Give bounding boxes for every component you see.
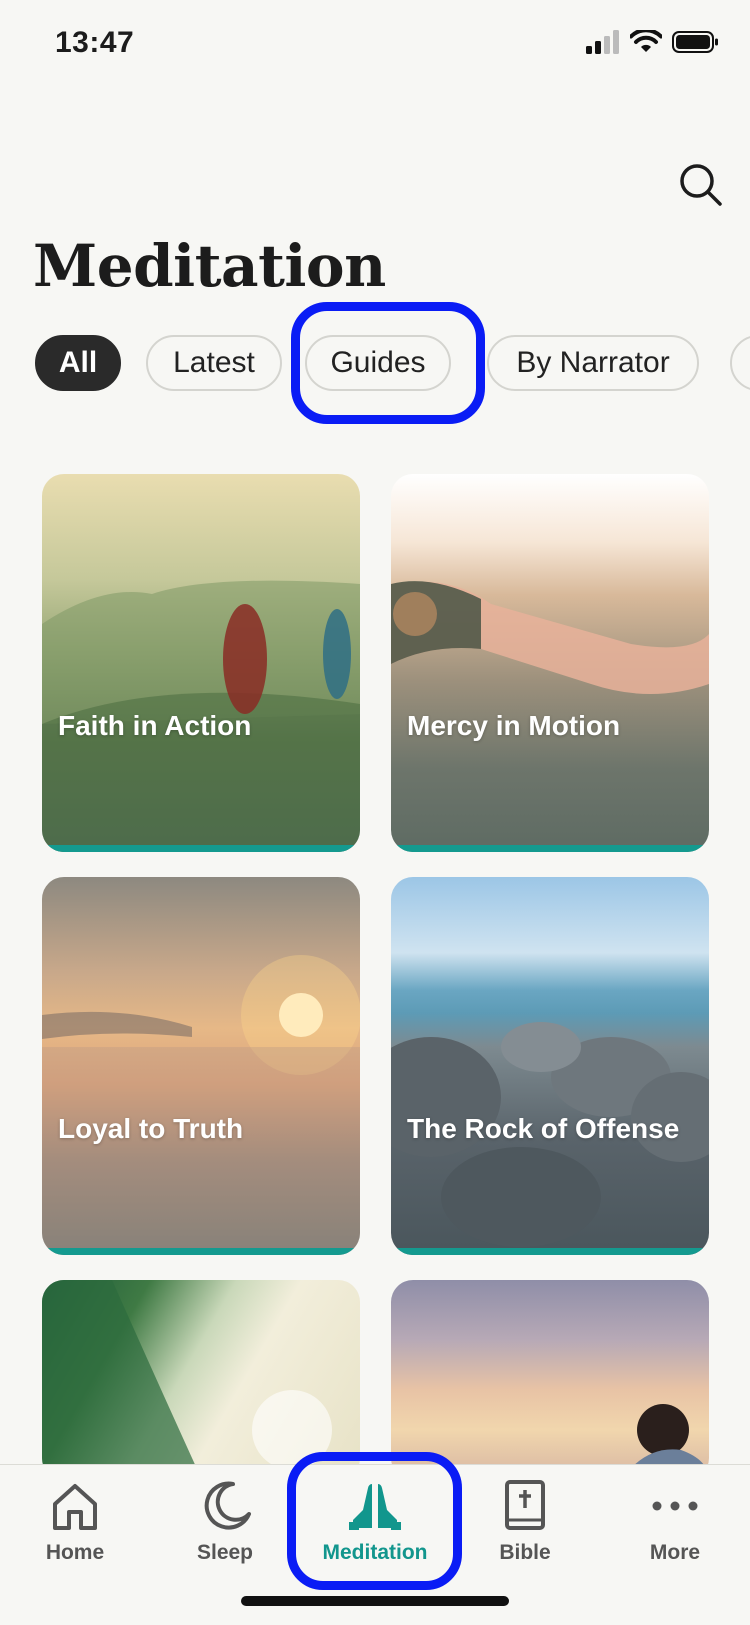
home-icon [53, 1484, 97, 1530]
card-partial-left[interactable] [42, 1280, 360, 1480]
card-image [42, 1280, 332, 1480]
card-title: Faith in Action [58, 710, 252, 741]
card-faith-in-action[interactable]: Faith in Action [42, 474, 360, 852]
bible-icon [505, 1480, 545, 1530]
card-accent-bar [391, 845, 709, 852]
card-image [391, 581, 709, 694]
more-dots-icon [652, 1501, 698, 1511]
card-image [42, 580, 360, 852]
home-indicator [241, 1596, 509, 1606]
card-title: Mercy in Motion [407, 710, 621, 741]
card-mercy-in-motion[interactable]: Mercy in Motion [391, 474, 709, 852]
tab-sleep[interactable]: Sleep [150, 1465, 300, 1585]
card-image [391, 1022, 709, 1247]
tab-home[interactable]: Home [0, 1465, 150, 1585]
meditation-grid: Faith in Action Mercy in Motion Loyal to… [0, 0, 750, 1624]
card-title: The Rock of Offense [407, 1113, 680, 1144]
card-accent-bar [42, 1248, 360, 1255]
tab-label: Sleep [196, 1541, 254, 1564]
moon-icon [204, 1481, 251, 1530]
card-title: Loyal to Truth [58, 1113, 244, 1144]
tab-label: Home [45, 1541, 105, 1564]
card-accent-bar [42, 845, 360, 852]
card-loyal-to-truth[interactable]: Loyal to Truth [42, 877, 360, 1255]
tab-bible[interactable]: Bible [450, 1465, 600, 1585]
card-image [42, 955, 360, 1255]
card-accent-bar [391, 1248, 709, 1255]
tab-more[interactable]: More [600, 1465, 750, 1585]
meditation-highlight-annotation [287, 1452, 462, 1590]
card-image [621, 1404, 709, 1480]
tab-label: More [649, 1541, 701, 1564]
card-the-rock-of-offense[interactable]: The Rock of Offense [391, 877, 709, 1255]
card-partial-right[interactable] [391, 1280, 709, 1480]
tab-label: Bible [499, 1541, 551, 1564]
